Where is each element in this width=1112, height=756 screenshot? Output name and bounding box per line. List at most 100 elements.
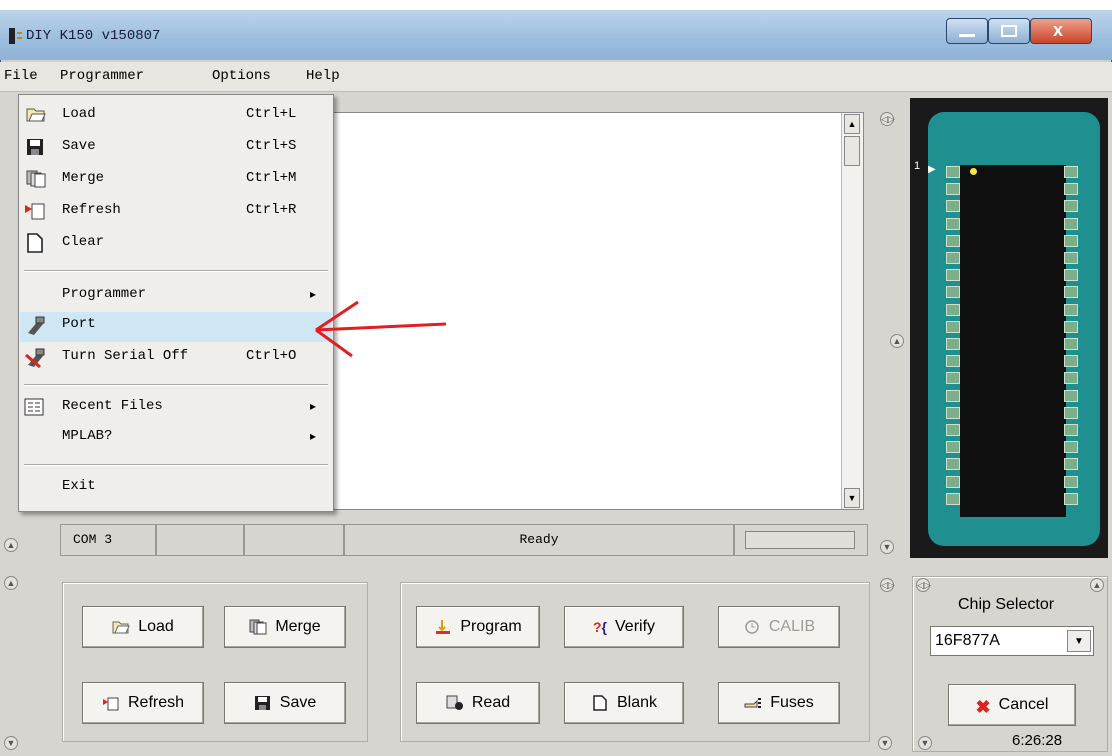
chip-pin [1064, 372, 1078, 385]
menu-item-merge[interactable]: Merge Ctrl+M [20, 166, 332, 196]
merge-button-label: Merge [275, 618, 321, 635]
splitter-icon[interactable]: ▼ [878, 736, 892, 750]
load-button[interactable]: Load [82, 606, 204, 648]
menu-item-label: Port [62, 316, 96, 332]
menu-item-recent-files[interactable]: Recent Files ▸ [20, 394, 332, 424]
verify-button-label: Verify [615, 618, 656, 635]
program-button-label: Program [460, 618, 522, 635]
scroll-up-button[interactable]: ▲ [844, 114, 860, 134]
chip-selector-label: Chip Selector [958, 596, 1055, 613]
chip-pin [946, 303, 960, 316]
read-button[interactable]: Read [416, 682, 540, 724]
splitter-icon[interactable]: ▲ [4, 538, 18, 552]
close-icon: x [1053, 20, 1064, 40]
scroll-thumb[interactable] [844, 136, 860, 166]
window-title: DIY K150 v150807 [26, 28, 161, 44]
chip-pin [1064, 234, 1078, 247]
save-button[interactable]: Save [224, 682, 346, 724]
splitter-icon[interactable]: ▲ [1090, 578, 1104, 592]
chip-pin [1064, 200, 1078, 213]
chip-pin [946, 458, 960, 471]
chip-pin [946, 372, 960, 385]
menu-item-port[interactable]: Port [20, 312, 332, 342]
menu-item-load[interactable]: Load Ctrl+L [20, 102, 332, 132]
refresh-button-label: Refresh [127, 694, 185, 711]
menu-item-save[interactable]: Save Ctrl+S [20, 134, 332, 164]
chip-pin [1064, 269, 1078, 282]
chip-pin [946, 166, 960, 178]
maximize-button[interactable] [988, 18, 1030, 44]
menu-item-clear[interactable]: Clear [20, 230, 332, 260]
splitter-icon[interactable]: ▼ [880, 540, 894, 554]
menu-programmer[interactable]: Programmer [60, 68, 144, 84]
chip-pin [1064, 441, 1078, 454]
chip-pin [946, 441, 960, 454]
status-port: COM 3 [60, 524, 156, 556]
splitter-icon[interactable]: ◁▷ [916, 578, 931, 592]
close-button[interactable]: x [1030, 18, 1092, 44]
editor-scrollbar[interactable] [841, 113, 863, 509]
cancel-x-icon: ✖ [975, 697, 991, 717]
menu-item-label: MPLAB? [62, 428, 113, 444]
menu-item-label: Programmer [62, 286, 147, 302]
chip-selector-dropdown[interactable]: 16F877A ▼ [930, 626, 1094, 656]
merge-pages-icon [26, 170, 46, 188]
splitter-icon[interactable]: ▲ [4, 576, 18, 590]
splitter-icon[interactable]: ◁▷ [880, 112, 895, 126]
read-button-label: Read [471, 694, 511, 711]
verify-button[interactable]: ?{ Verify [564, 606, 684, 648]
fuses-icon [744, 698, 762, 708]
menu-separator [24, 384, 328, 386]
minimize-button[interactable] [946, 18, 988, 44]
merge-button[interactable]: Merge [224, 606, 346, 648]
chip-pin [946, 338, 960, 350]
chip-pin [946, 320, 960, 333]
chip-pin [946, 389, 960, 402]
menu-item-mplab[interactable]: MPLAB? ▸ [20, 424, 332, 454]
refresh-doc-icon [102, 697, 119, 711]
folder-open-icon [26, 108, 46, 122]
floppy-disk-icon [27, 139, 43, 155]
program-button[interactable]: Program [416, 606, 540, 648]
menu-item-label: Merge [62, 170, 105, 186]
chevron-down-icon[interactable]: ▼ [1067, 630, 1091, 652]
cancel-button-label: Cancel [998, 696, 1049, 713]
menu-file[interactable]: File [4, 68, 38, 84]
chip-pin [946, 217, 960, 230]
chip-pin [1064, 338, 1078, 350]
splitter-icon[interactable]: ▲ [890, 334, 904, 348]
cancel-button[interactable]: ✖ Cancel [948, 684, 1076, 726]
save-button-label: Save [279, 694, 317, 711]
pin1-label: 1 [914, 160, 921, 172]
splitter-icon[interactable]: ▼ [918, 736, 932, 750]
annotation-arrow-icon [315, 300, 447, 358]
scroll-down-button[interactable]: ▼ [844, 488, 860, 508]
chip-pin [946, 424, 960, 436]
chip-pin [1064, 303, 1078, 316]
status-message: Ready [344, 524, 734, 556]
menu-help[interactable]: Help [306, 68, 340, 84]
splitter-icon[interactable]: ▼ [4, 736, 18, 750]
menu-item-programmer[interactable]: Programmer ▸ [20, 282, 332, 312]
chip-pin [946, 234, 960, 247]
read-chip-icon [446, 695, 463, 710]
menu-options[interactable]: Options [212, 68, 271, 84]
menu-item-turn-serial-off[interactable]: Turn Serial Off Ctrl+O [20, 344, 332, 374]
chip-pin [946, 200, 960, 213]
splitter-icon[interactable]: ◁▷ [880, 578, 895, 592]
chip-pin [1064, 424, 1078, 436]
menu-item-exit[interactable]: Exit [20, 474, 332, 504]
refresh-button[interactable]: Refresh [82, 682, 204, 724]
status-cell [244, 524, 344, 556]
menu-separator [24, 270, 328, 272]
pin1-dot-icon [970, 168, 977, 175]
fuses-button[interactable]: Fuses [718, 682, 840, 724]
merge-pages-icon [249, 619, 267, 635]
chip-pin [1064, 166, 1078, 178]
blank-button[interactable]: Blank [564, 682, 684, 724]
folder-open-icon [112, 621, 130, 634]
calib-button[interactable]: CALIB [718, 606, 840, 648]
load-button-label: Load [138, 618, 174, 635]
menu-item-refresh[interactable]: Refresh Ctrl+R [20, 198, 332, 228]
chip-selector-value: 16F877A [935, 632, 1000, 649]
